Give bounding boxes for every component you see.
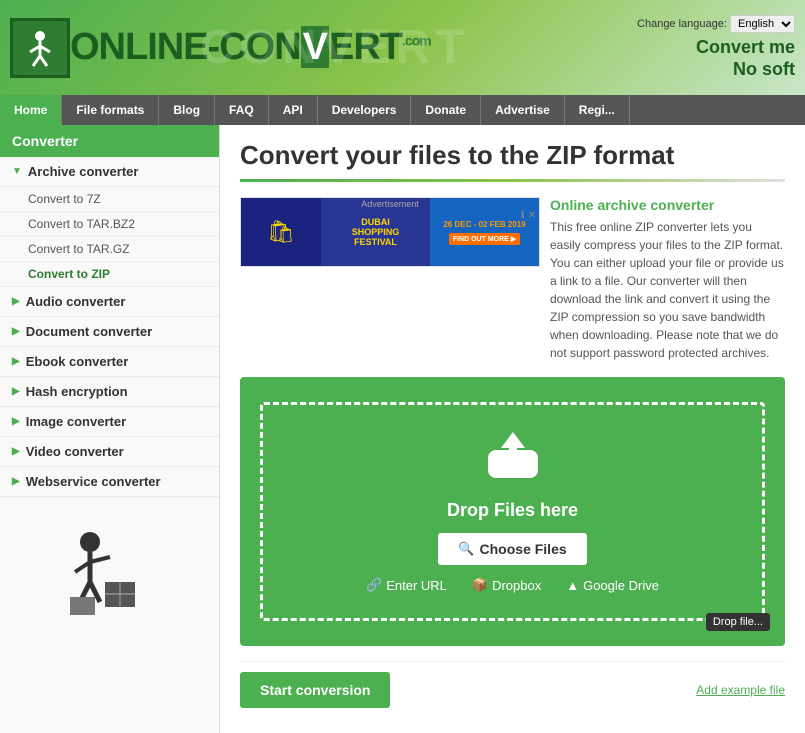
- ad-date: 26 DEC - 02 FEB 2019: [443, 220, 525, 229]
- main-nav: Home File formats Blog FAQ API Developer…: [0, 95, 805, 125]
- expand-arrow-hash-icon: ▶: [12, 386, 20, 397]
- drop-zone-inner: Drop Files here 🔍 Choose Files 🔗 Enter U…: [260, 402, 765, 621]
- sidebar-title: Converter: [0, 125, 219, 157]
- dropbox-label: Dropbox: [492, 578, 541, 593]
- sidebar-audio-label: Audio converter: [26, 294, 126, 309]
- ad-left-section: 🛍: [241, 198, 321, 266]
- expand-arrow-web-icon: ▶: [12, 476, 20, 487]
- shopping-bag-icon: 🛍: [267, 219, 295, 245]
- sidebar-webservice-label: Webservice converter: [26, 474, 161, 489]
- title-underline: [240, 179, 785, 182]
- sidebar-item-document-converter[interactable]: ▶ Document converter: [0, 317, 219, 347]
- dropbox-icon: 📦: [472, 577, 488, 593]
- sidebar-video-label: Video converter: [26, 444, 124, 459]
- ad-brand: DUBAISHOPPINGFESTIVAL: [352, 217, 400, 247]
- sidebar-child-zip[interactable]: Convert to ZIP: [0, 262, 219, 287]
- sidebar-archive-label: Archive converter: [28, 164, 139, 179]
- drop-zone[interactable]: Drop Files here 🔍 Choose Files 🔗 Enter U…: [240, 377, 785, 646]
- upload-icon-svg: [483, 430, 543, 480]
- logo-figure-icon: [20, 28, 60, 68]
- drop-tooltip: Drop file...: [706, 613, 770, 631]
- expand-arrow-doc-icon: ▶: [12, 326, 20, 337]
- expand-arrow-ebook-icon: ▶: [12, 356, 20, 367]
- description-box: Online archive converter This free onlin…: [550, 197, 785, 362]
- enter-url-label: Enter URL: [386, 578, 447, 593]
- choose-files-label: Choose Files: [480, 541, 567, 557]
- sidebar-item-webservice-converter[interactable]: ▶ Webservice converter: [0, 467, 219, 497]
- upload-cloud-icon: [283, 430, 742, 492]
- ad-cta-button[interactable]: FIND OUT MORE ▶: [449, 233, 520, 245]
- header-right: Change language: English Convert me No s…: [637, 15, 795, 80]
- sidebar-document-label: Document converter: [26, 324, 152, 339]
- nav-api[interactable]: API: [269, 95, 318, 125]
- sidebar-figure: [0, 527, 219, 617]
- link-icon: 🔗: [366, 577, 382, 593]
- sidebar-ebook-label: Ebook converter: [26, 354, 129, 369]
- description-text: This free online ZIP converter lets you …: [550, 218, 785, 362]
- main-layout: Converter ▼ Archive converter Convert to…: [0, 125, 805, 733]
- sidebar-child-tarbz2[interactable]: Convert to TAR.BZ2: [0, 212, 219, 237]
- enter-url-link[interactable]: 🔗 Enter URL: [366, 577, 447, 593]
- drop-text: Drop Files here: [283, 500, 742, 521]
- sidebar-child-7z[interactable]: Convert to 7Z: [0, 187, 219, 212]
- sidebar: Converter ▼ Archive converter Convert to…: [0, 125, 220, 733]
- sidebar-person-icon: [60, 527, 160, 617]
- nav-advertise[interactable]: Advertise: [481, 95, 565, 125]
- header: ONLINE-CONVERT.com CONVERT Change langua…: [0, 0, 805, 95]
- sidebar-item-image-converter[interactable]: ▶ Image converter: [0, 407, 219, 437]
- sidebar-item-archive-converter[interactable]: ▼ Archive converter: [0, 157, 219, 187]
- sidebar-item-audio-converter[interactable]: ▶ Audio converter: [0, 287, 219, 317]
- sidebar-child-targz[interactable]: Convert to TAR.GZ: [0, 237, 219, 262]
- search-icon: 🔍: [458, 541, 474, 557]
- add-example-link[interactable]: Add example file: [696, 683, 785, 697]
- nav-developers[interactable]: Developers: [318, 95, 412, 125]
- logo-area: ONLINE-CONVERT.com: [10, 18, 431, 78]
- expand-arrow-image-icon: ▶: [12, 416, 20, 427]
- ad-banner: Advertisement 🛍 DUBAISHOPPINGFESTIVAL 26…: [240, 197, 540, 267]
- sidebar-image-label: Image converter: [26, 414, 126, 429]
- logo-text: ONLINE-CONVERT.com: [70, 26, 431, 69]
- ad-description-row: Advertisement 🛍 DUBAISHOPPINGFESTIVAL 26…: [240, 197, 785, 362]
- ad-close-icon[interactable]: ✕: [528, 210, 536, 221]
- language-selector-area: Change language: English: [637, 15, 795, 33]
- nav-donate[interactable]: Donate: [411, 95, 481, 125]
- google-drive-icon: ▲: [566, 578, 579, 593]
- language-select[interactable]: English: [730, 15, 795, 33]
- choose-files-button[interactable]: 🔍 Choose Files: [438, 533, 586, 565]
- sidebar-hash-label: Hash encryption: [26, 384, 128, 399]
- dropbox-link[interactable]: 📦 Dropbox: [472, 577, 541, 593]
- content-area: Convert your files to the ZIP format Adv…: [220, 125, 805, 733]
- ad-label: Advertisement: [361, 199, 419, 209]
- nav-file-formats[interactable]: File formats: [62, 95, 159, 125]
- nav-home[interactable]: Home: [0, 95, 62, 125]
- ad-controls: ℹ ✕: [521, 210, 536, 221]
- sidebar-item-ebook-converter[interactable]: ▶ Ebook converter: [0, 347, 219, 377]
- expand-arrow-audio-icon: ▶: [12, 296, 20, 307]
- logo-icon: [10, 18, 70, 78]
- start-conversion-button[interactable]: Start conversion: [240, 672, 390, 708]
- ad-info-icon[interactable]: ℹ: [521, 210, 525, 221]
- google-drive-label: Google Drive: [583, 578, 659, 593]
- change-language-label: Change language:: [637, 18, 727, 30]
- sidebar-item-video-converter[interactable]: ▶ Video converter: [0, 437, 219, 467]
- page-title: Convert your files to the ZIP format: [240, 140, 785, 171]
- sidebar-item-hash-encryption[interactable]: ▶ Hash encryption: [0, 377, 219, 407]
- nav-faq[interactable]: FAQ: [215, 95, 269, 125]
- bottom-bar: Start conversion Add example file: [240, 661, 785, 718]
- tagline: Convert me No soft: [637, 37, 795, 80]
- nav-blog[interactable]: Blog: [159, 95, 215, 125]
- ad-right-section: 26 DEC - 02 FEB 2019 FIND OUT MORE ▶: [430, 198, 539, 266]
- expand-arrow-icon: ▼: [12, 166, 22, 177]
- links-row: 🔗 Enter URL 📦 Dropbox ▲ Google Drive: [283, 577, 742, 593]
- expand-arrow-video-icon: ▶: [12, 446, 20, 457]
- description-title: Online archive converter: [550, 197, 785, 213]
- google-drive-link[interactable]: ▲ Google Drive: [566, 577, 659, 593]
- nav-register[interactable]: Regi...: [565, 95, 630, 125]
